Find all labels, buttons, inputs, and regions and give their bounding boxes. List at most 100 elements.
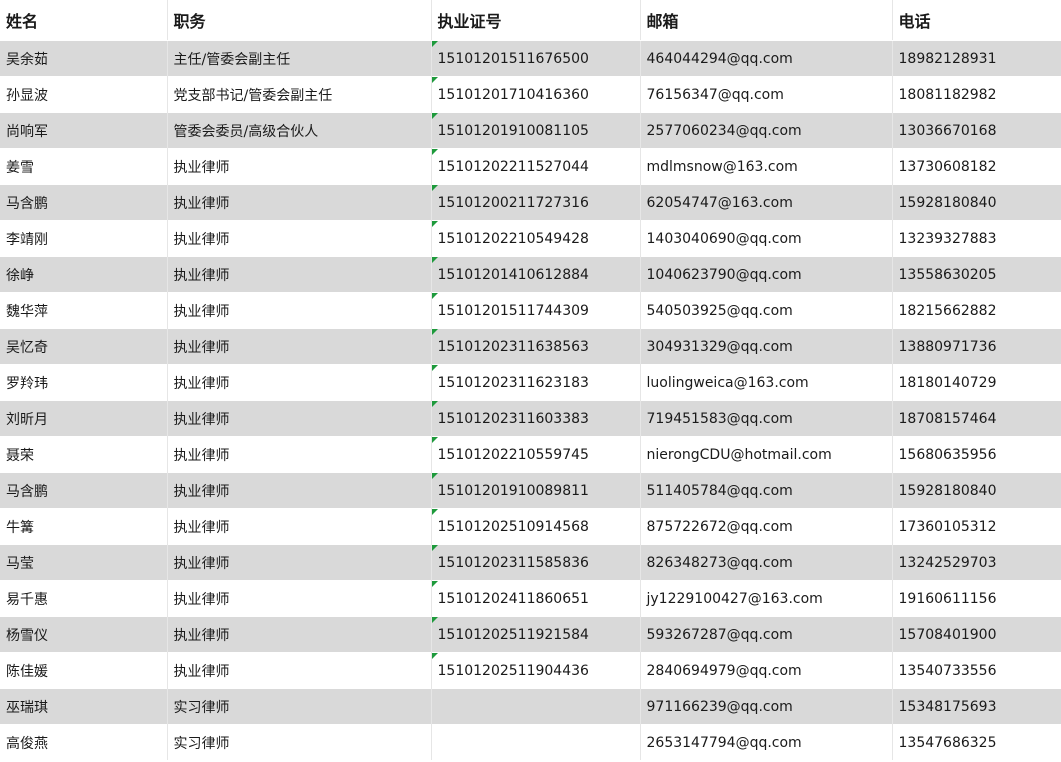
cell-phone[interactable]: 18180140729 bbox=[892, 364, 1061, 401]
cell-title[interactable]: 执业律师 bbox=[167, 256, 432, 293]
cell-title[interactable]: 执业律师 bbox=[167, 292, 432, 329]
cell-title[interactable]: 执业律师 bbox=[167, 436, 432, 473]
cell-phone[interactable]: 17360105312 bbox=[892, 508, 1061, 545]
cell-email[interactable]: 540503925@qq.com bbox=[640, 292, 893, 329]
cell-phone[interactable]: 15928180840 bbox=[892, 184, 1061, 221]
cell-name[interactable]: 易千惠 bbox=[0, 580, 168, 617]
cell-license[interactable]: 15101201910089811 bbox=[431, 472, 641, 509]
cell-title[interactable]: 主任/管委会副主任 bbox=[167, 40, 432, 77]
cell-phone[interactable]: 15928180840 bbox=[892, 472, 1061, 509]
cell-email[interactable]: 2577060234@qq.com bbox=[640, 112, 893, 149]
cell-name[interactable]: 聂荣 bbox=[0, 436, 168, 473]
cell-title[interactable]: 执业律师 bbox=[167, 616, 432, 653]
cell-name[interactable]: 牛篝 bbox=[0, 508, 168, 545]
cell-name[interactable]: 马含鹏 bbox=[0, 184, 168, 221]
cell-title[interactable]: 执业律师 bbox=[167, 148, 432, 185]
header-name[interactable]: 姓名 bbox=[0, 0, 168, 41]
cell-license[interactable]: 15101202210559745 bbox=[431, 436, 641, 473]
cell-name[interactable]: 陈佳媛 bbox=[0, 652, 168, 689]
header-phone[interactable]: 电话 bbox=[892, 0, 1061, 41]
cell-license[interactable]: 15101201511676500 bbox=[431, 40, 641, 77]
cell-email[interactable]: 971166239@qq.com bbox=[640, 688, 893, 725]
cell-email[interactable]: nierongCDU@hotmail.com bbox=[640, 436, 893, 473]
cell-phone[interactable]: 13558630205 bbox=[892, 256, 1061, 293]
cell-phone[interactable]: 13880971736 bbox=[892, 328, 1061, 365]
cell-title[interactable]: 执业律师 bbox=[167, 328, 432, 365]
cell-title[interactable]: 实习律师 bbox=[167, 724, 432, 760]
cell-name[interactable]: 吴余茹 bbox=[0, 40, 168, 77]
cell-phone[interactable]: 15708401900 bbox=[892, 616, 1061, 653]
cell-name[interactable]: 马含鹏 bbox=[0, 472, 168, 509]
cell-phone[interactable]: 15348175693 bbox=[892, 688, 1061, 725]
cell-title[interactable]: 执业律师 bbox=[167, 364, 432, 401]
cell-title[interactable]: 执业律师 bbox=[167, 184, 432, 221]
cell-email[interactable]: 76156347@qq.com bbox=[640, 76, 893, 113]
cell-email[interactable]: 304931329@qq.com bbox=[640, 328, 893, 365]
cell-email[interactable]: 2653147794@qq.com bbox=[640, 724, 893, 760]
cell-email[interactable]: 826348273@qq.com bbox=[640, 544, 893, 581]
cell-email[interactable]: mdlmsnow@163.com bbox=[640, 148, 893, 185]
cell-phone[interactable]: 13242529703 bbox=[892, 544, 1061, 581]
cell-title[interactable]: 执业律师 bbox=[167, 220, 432, 257]
cell-license[interactable]: 15101202311638563 bbox=[431, 328, 641, 365]
cell-phone[interactable]: 13730608182 bbox=[892, 148, 1061, 185]
cell-email[interactable]: 719451583@qq.com bbox=[640, 400, 893, 437]
cell-license[interactable] bbox=[431, 688, 641, 725]
cell-name[interactable]: 李靖刚 bbox=[0, 220, 168, 257]
cell-license[interactable]: 15101202311585836 bbox=[431, 544, 641, 581]
cell-license[interactable]: 15101202511904436 bbox=[431, 652, 641, 689]
cell-license[interactable]: 15101202411860651 bbox=[431, 580, 641, 617]
cell-license[interactable] bbox=[431, 724, 641, 760]
cell-title[interactable]: 实习律师 bbox=[167, 688, 432, 725]
cell-license[interactable]: 15101201710416360 bbox=[431, 76, 641, 113]
cell-title[interactable]: 执业律师 bbox=[167, 472, 432, 509]
cell-phone[interactable]: 18215662882 bbox=[892, 292, 1061, 329]
cell-phone[interactable]: 18982128931 bbox=[892, 40, 1061, 77]
cell-email[interactable]: 593267287@qq.com bbox=[640, 616, 893, 653]
cell-email[interactable]: 875722672@qq.com bbox=[640, 508, 893, 545]
cell-license[interactable]: 15101201910081105 bbox=[431, 112, 641, 149]
cell-phone[interactable]: 18708157464 bbox=[892, 400, 1061, 437]
cell-name[interactable]: 马莹 bbox=[0, 544, 168, 581]
cell-name[interactable]: 徐峥 bbox=[0, 256, 168, 293]
cell-license[interactable]: 15101202311623183 bbox=[431, 364, 641, 401]
cell-name[interactable]: 尚响军 bbox=[0, 112, 168, 149]
cell-phone[interactable]: 13239327883 bbox=[892, 220, 1061, 257]
cell-email[interactable]: jy1229100427@163.com bbox=[640, 580, 893, 617]
header-email[interactable]: 邮箱 bbox=[640, 0, 893, 41]
cell-email[interactable]: 464044294@qq.com bbox=[640, 40, 893, 77]
cell-email[interactable]: 2840694979@qq.com bbox=[640, 652, 893, 689]
cell-name[interactable]: 刘昕月 bbox=[0, 400, 168, 437]
cell-phone[interactable]: 13540733556 bbox=[892, 652, 1061, 689]
cell-license[interactable]: 15101202311603383 bbox=[431, 400, 641, 437]
cell-license[interactable]: 15101201511744309 bbox=[431, 292, 641, 329]
cell-license[interactable]: 15101202510914568 bbox=[431, 508, 641, 545]
cell-name[interactable]: 罗羚玮 bbox=[0, 364, 168, 401]
header-license[interactable]: 执业证号 bbox=[431, 0, 641, 41]
cell-name[interactable]: 杨雪仪 bbox=[0, 616, 168, 653]
cell-title[interactable]: 执业律师 bbox=[167, 652, 432, 689]
cell-title[interactable]: 执业律师 bbox=[167, 544, 432, 581]
cell-license[interactable]: 15101200211727316 bbox=[431, 184, 641, 221]
cell-phone[interactable]: 13036670168 bbox=[892, 112, 1061, 149]
cell-title[interactable]: 管委会委员/高级合伙人 bbox=[167, 112, 432, 149]
cell-title[interactable]: 执业律师 bbox=[167, 580, 432, 617]
cell-license[interactable]: 15101202211527044 bbox=[431, 148, 641, 185]
cell-license[interactable]: 15101201410612884 bbox=[431, 256, 641, 293]
cell-phone[interactable]: 13547686325 bbox=[892, 724, 1061, 760]
cell-email[interactable]: 62054747@163.com bbox=[640, 184, 893, 221]
cell-email[interactable]: 511405784@qq.com bbox=[640, 472, 893, 509]
cell-name[interactable]: 巫瑞琪 bbox=[0, 688, 168, 725]
cell-phone[interactable]: 19160611156 bbox=[892, 580, 1061, 617]
cell-name[interactable]: 高俊燕 bbox=[0, 724, 168, 760]
cell-phone[interactable]: 15680635956 bbox=[892, 436, 1061, 473]
cell-title[interactable]: 执业律师 bbox=[167, 508, 432, 545]
header-title[interactable]: 职务 bbox=[167, 0, 432, 41]
cell-email[interactable]: 1040623790@qq.com bbox=[640, 256, 893, 293]
cell-email[interactable]: luolingweica@163.com bbox=[640, 364, 893, 401]
cell-email[interactable]: 1403040690@qq.com bbox=[640, 220, 893, 257]
cell-title[interactable]: 执业律师 bbox=[167, 400, 432, 437]
cell-name[interactable]: 吴忆奇 bbox=[0, 328, 168, 365]
cell-name[interactable]: 孙显波 bbox=[0, 76, 168, 113]
cell-license[interactable]: 15101202511921584 bbox=[431, 616, 641, 653]
